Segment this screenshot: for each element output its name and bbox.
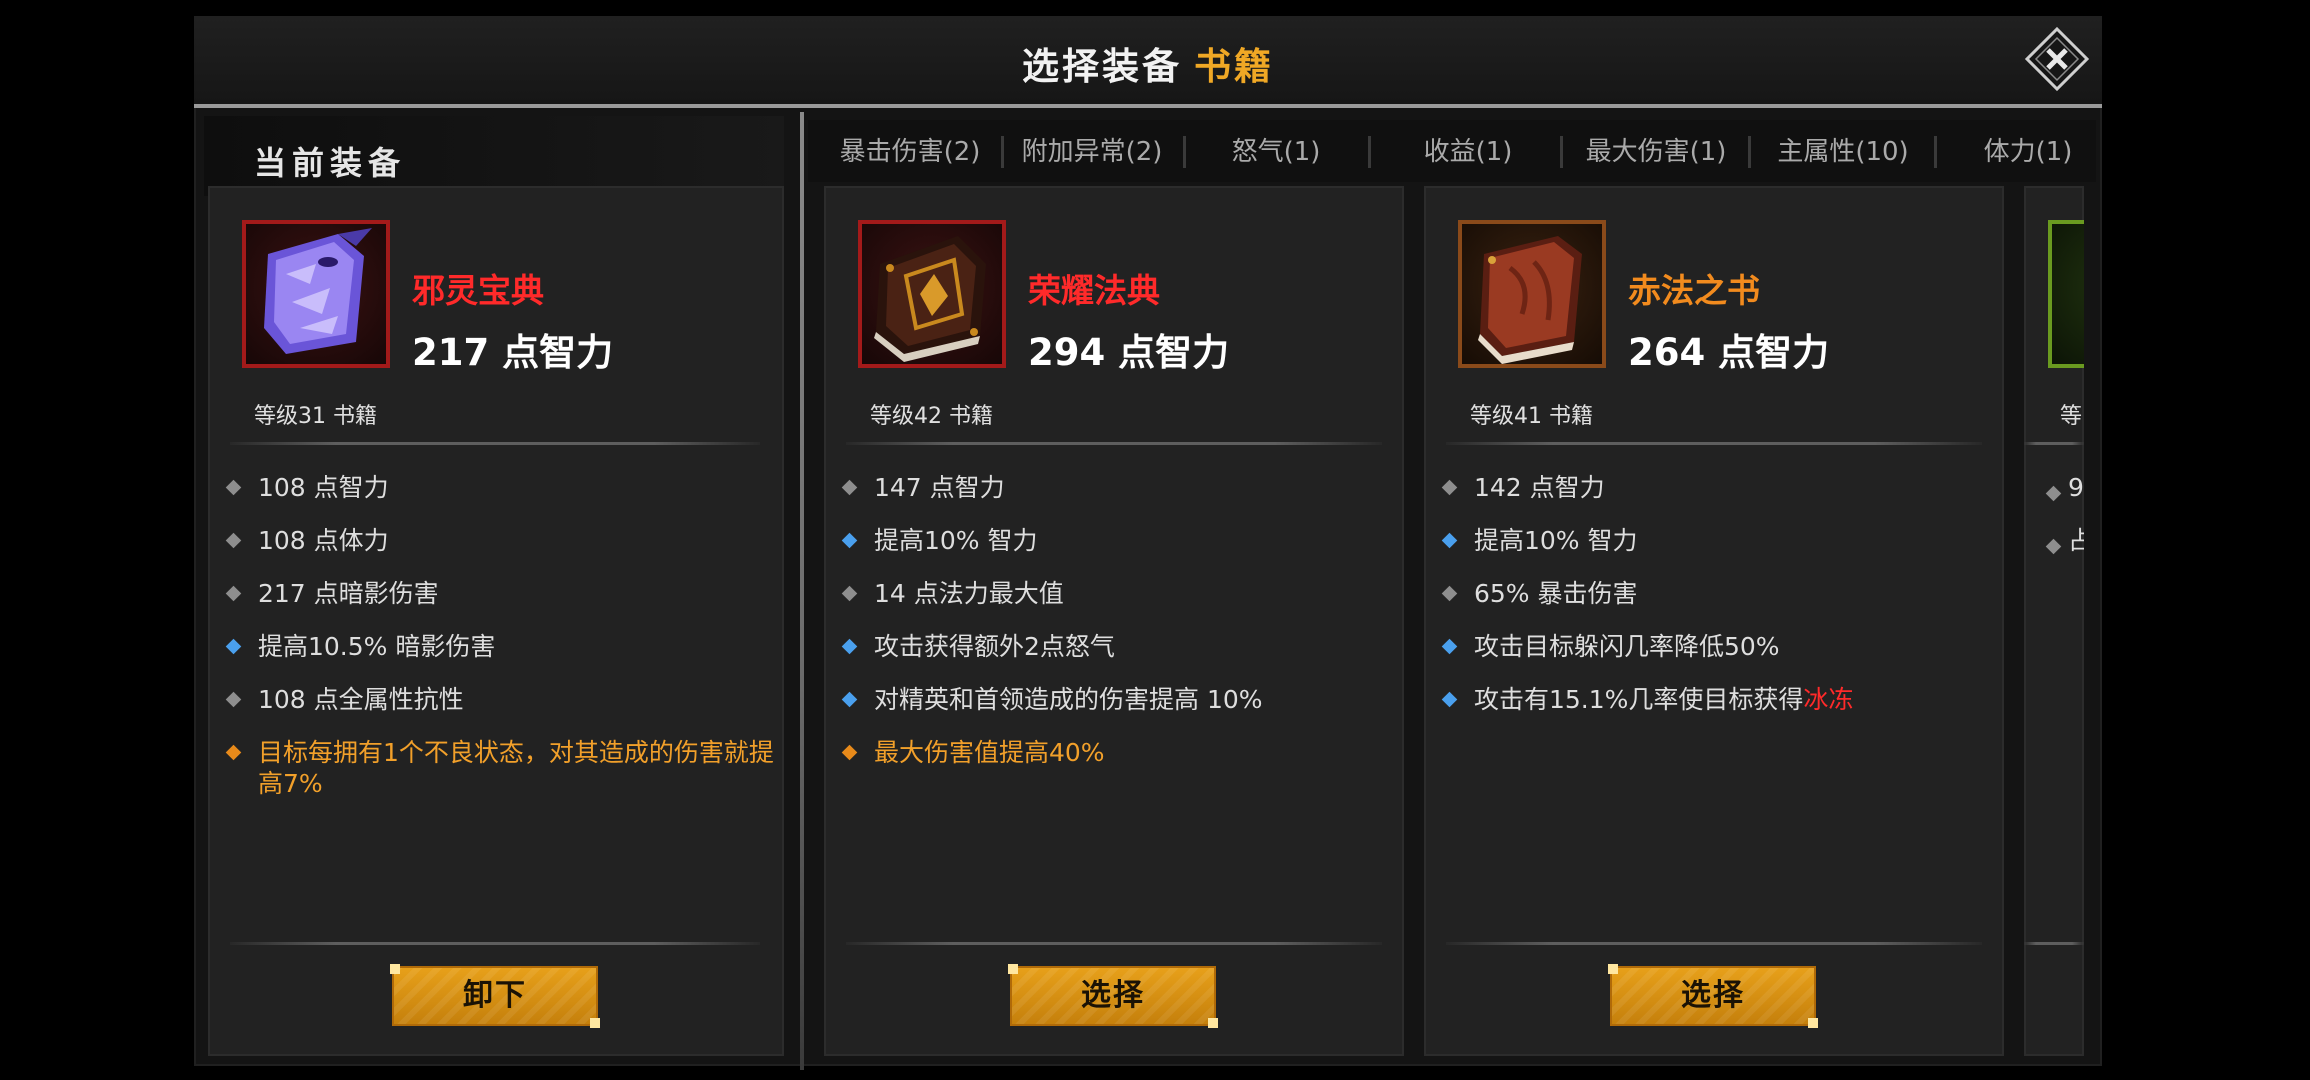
card-divider-bottom [230, 942, 760, 945]
item-name: 邪灵宝典 [412, 271, 544, 310]
bullet-marker-icon [1441, 691, 1458, 708]
bullet-marker-icon [225, 638, 242, 655]
tab-gain[interactable]: 收益(1) [1388, 132, 1548, 172]
equipment-card-partial[interactable]: 等 9 占 [2024, 186, 2084, 1056]
select-button[interactable]: 选择 [1608, 964, 1818, 1028]
close-button[interactable] [2024, 26, 2090, 92]
item-slot [2048, 220, 2084, 368]
card-divider-top [1446, 442, 1982, 445]
bullet-marker-icon [841, 479, 858, 496]
item-main-stat: 294 点智力 [1028, 331, 1230, 374]
equipment-select-panel: 选择装备 书籍 当前装备 暴击伤害(2) 附加异常(2) 怒气(1) 收益(1) … [194, 16, 2102, 1070]
attribute-line-legendary: 最大伤害值提高40% [841, 737, 1394, 768]
bullet-marker-icon [1441, 585, 1458, 602]
tab-separator [1560, 136, 1563, 168]
card-divider-bottom [846, 942, 1382, 945]
attribute-line: 对精英和首领造成的伤害提高 10% [841, 684, 1394, 715]
equipment-card-current: 邪灵宝典 217 点智力 等级31 书籍 108 点智力 108 点体力 217… [208, 186, 784, 1056]
equipment-card[interactable]: 赤法之书 264 点智力 等级41 书籍 142 点智力 提高10% 智力 65… [1424, 186, 2004, 1056]
attribute-line: 提高10% 智力 [1441, 525, 1994, 556]
attribute-line: 108 点智力 [225, 472, 778, 503]
section-divider [800, 112, 804, 1070]
item-level: 等级31 书籍 [254, 404, 377, 429]
item-slot [242, 220, 390, 368]
card-divider-top [230, 442, 760, 445]
attribute-line: 攻击获得额外2点怒气 [841, 631, 1394, 662]
tab-main-attribute[interactable]: 主属性(10) [1763, 132, 1923, 172]
card-divider-bottom [1446, 942, 1982, 945]
attribute-line: 217 点暗影伤害 [225, 578, 778, 609]
attribute-line: 攻击目标躲闪几率降低50% [1441, 631, 1994, 662]
item-main-stat: 264 点智力 [1628, 331, 1830, 374]
bullet-marker-icon [841, 585, 858, 602]
bullet-marker-icon [225, 585, 242, 602]
bullet-marker-icon [225, 691, 242, 708]
tab-separator [1183, 136, 1186, 168]
attribute-line: 攻击有15.1%几率使目标获得冰冻 [1441, 684, 1994, 715]
bullet-marker-icon [1441, 532, 1458, 549]
attribute-line: 提高10.5% 暗影伤害 [225, 631, 778, 662]
item-level: 等级41 书籍 [1470, 404, 1593, 429]
tab-rage[interactable]: 怒气(1) [1196, 132, 1356, 172]
bullet-marker-icon [1441, 638, 1458, 655]
tab-separator [1934, 136, 1937, 168]
tab-separator [1748, 136, 1751, 168]
item-name: 荣耀法典 [1028, 271, 1160, 310]
current-equipment-header: 当前装备 [204, 116, 784, 196]
bullet-marker-icon [841, 744, 858, 761]
card-divider-top [2024, 442, 2084, 445]
page-title: 选择装备 书籍 [194, 36, 2102, 90]
tab-stamina[interactable]: 体力(1) [1948, 132, 2108, 172]
item-level: 等 [2060, 404, 2083, 429]
title-text: 选择装备 [1022, 45, 1182, 88]
red-leather-book-icon [1478, 236, 1582, 364]
dark-rune-tome-icon [874, 236, 986, 362]
title-category: 书籍 [1194, 45, 1274, 88]
purple-spiked-book-icon [264, 228, 372, 354]
tab-crit-damage[interactable]: 暴击伤害(2) [830, 132, 990, 172]
item-main-stat: 217 点智力 [412, 331, 614, 374]
attribute-line: 65% 暴击伤害 [1441, 578, 1994, 609]
bullet-marker-icon [841, 532, 858, 549]
item-name: 赤法之书 [1628, 271, 1760, 310]
card-divider-bottom [2024, 942, 2084, 945]
attribute-line: 占 [2068, 526, 2084, 555]
select-button[interactable]: 选择 [1008, 964, 1218, 1028]
bullet-marker-icon [225, 532, 242, 549]
card-divider-top [846, 442, 1382, 445]
bullet-marker-icon [2045, 485, 2062, 502]
attribute-line: 14 点法力最大值 [841, 578, 1394, 609]
item-level: 等级42 书籍 [870, 404, 993, 429]
attribute-line: 108 点体力 [225, 525, 778, 556]
equipment-card[interactable]: 荣耀法典 294 点智力 等级42 书籍 147 点智力 提高10% 智力 14… [824, 186, 1404, 1056]
item-slot [858, 220, 1006, 368]
close-x-diamond-icon [2024, 26, 2090, 92]
bullet-marker-icon [841, 638, 858, 655]
attribute-line: 142 点智力 [1441, 472, 1994, 503]
attribute-line-legendary: 目标每拥有1个不良状态，对其造成的伤害就提高7% [225, 737, 778, 799]
tab-max-damage[interactable]: 最大伤害(1) [1576, 132, 1736, 172]
attribute-line: 147 点智力 [841, 472, 1394, 503]
bullet-marker-icon [841, 691, 858, 708]
current-equipment-label: 当前装备 [254, 144, 407, 182]
attribute-line: 提高10% 智力 [841, 525, 1394, 556]
filter-tab-bar: 暴击伤害(2) 附加异常(2) 怒气(1) 收益(1) 最大伤害(1) 主属性(… [808, 120, 2096, 182]
bullet-marker-icon [225, 479, 242, 496]
bullet-marker-icon [1441, 479, 1458, 496]
unequip-button[interactable]: 卸下 [390, 964, 600, 1028]
item-slot [1458, 220, 1606, 368]
status-effect-highlight: 冰冻 [1803, 685, 1854, 714]
attribute-line: 9 [2068, 473, 2084, 502]
attribute-line: 108 点全属性抗性 [225, 684, 778, 715]
bullet-marker-icon [225, 744, 242, 761]
tab-separator [1001, 136, 1004, 168]
panel-header: 选择装备 书籍 [194, 16, 2102, 108]
tab-extra-ailment[interactable]: 附加异常(2) [1012, 132, 1172, 172]
bullet-marker-icon [2045, 538, 2062, 555]
tab-separator [1368, 136, 1371, 168]
